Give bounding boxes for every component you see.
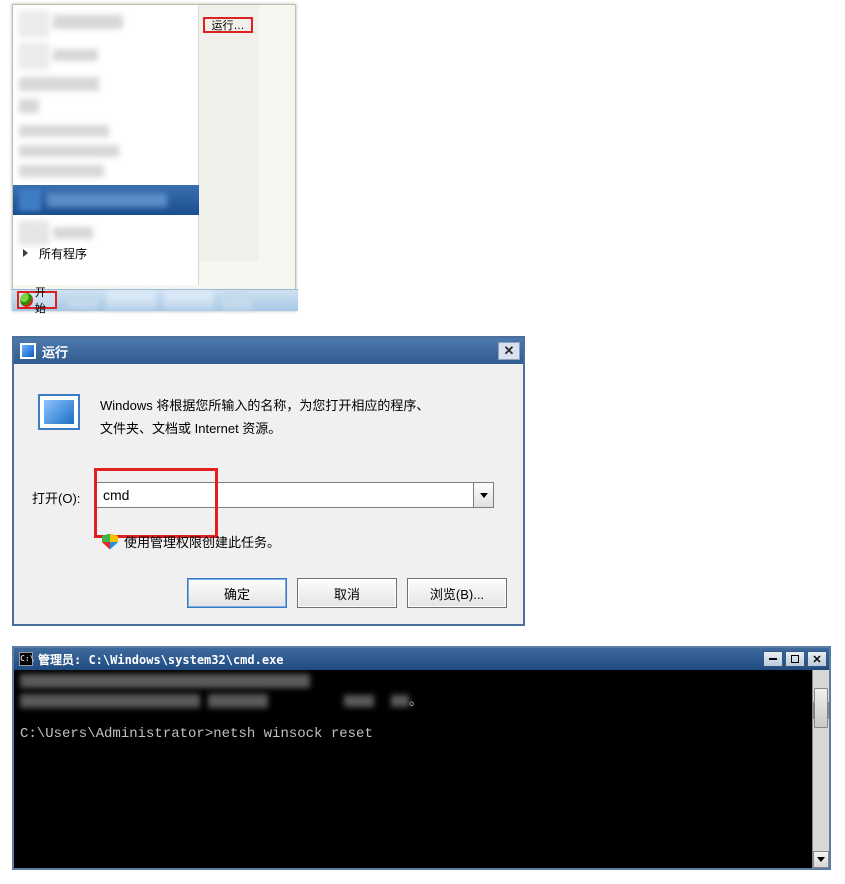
windows-orb-icon <box>20 293 33 307</box>
obscured-text <box>391 695 409 707</box>
cmd-window: C:\ 管理员: C:\Windows\system32\cmd.exe ✕ 。… <box>12 646 831 870</box>
scroll-down-button[interactable] <box>813 851 829 868</box>
start-menu: 所有程序 运行… 注销 <box>12 4 296 311</box>
start-menu-left-pane: 所有程序 <box>13 5 199 285</box>
cmd-icon: C:\ <box>19 652 33 666</box>
scroll-thumb[interactable] <box>814 688 828 728</box>
pinned-item-label[interactable] <box>53 227 93 239</box>
cmd-output[interactable]: 。 C:\Users\Administrator>netsh winsock r… <box>14 670 829 868</box>
run-description: Windows 将根据您所输入的名称，为您打开相应的程序、 文件夹、文档或 In… <box>100 394 490 441</box>
taskbar-item[interactable] <box>68 294 98 308</box>
pinned-item-icon[interactable] <box>19 43 49 69</box>
close-icon: ✕ <box>812 653 821 666</box>
maximize-button[interactable] <box>785 651 805 667</box>
pinned-item-label[interactable] <box>53 15 123 29</box>
cmd-command: netsh winsock reset <box>213 726 373 742</box>
taskbar-item[interactable] <box>106 292 156 310</box>
run-description-line: 文件夹、文档或 Internet 资源。 <box>100 421 281 436</box>
admin-note-text: 使用管理权限创建此任务。 <box>124 532 280 551</box>
run-description-line: Windows 将根据您所输入的名称，为您打开相应的程序、 <box>100 398 429 413</box>
start-menu-right-pane: 运行… <box>199 5 259 261</box>
recent-item[interactable] <box>19 145 119 157</box>
recent-item[interactable] <box>19 125 109 137</box>
cmd-titlebar[interactable]: C:\ 管理员: C:\Windows\system32\cmd.exe ✕ <box>14 648 829 670</box>
cancel-button[interactable]: 取消 <box>297 578 397 608</box>
cmd-prompt: C:\Users\Administrator> <box>20 726 213 742</box>
run-menu-item[interactable]: 运行… <box>203 17 253 33</box>
recent-item[interactable] <box>19 165 104 177</box>
minimize-icon <box>769 658 777 660</box>
close-button[interactable]: ✕ <box>498 342 520 360</box>
cmd-title-text: 管理员: C:\Windows\system32\cmd.exe <box>38 651 284 668</box>
minimize-button[interactable] <box>763 651 783 667</box>
run-dialog: 运行 ✕ Windows 将根据您所输入的名称，为您打开相应的程序、 文件夹、文… <box>12 336 525 626</box>
obscured-text <box>20 674 310 688</box>
taskbar-item[interactable] <box>222 292 252 310</box>
open-combobox <box>96 482 494 510</box>
start-menu-selected-item[interactable] <box>13 185 199 215</box>
recent-item[interactable] <box>19 99 39 113</box>
chevron-down-icon <box>817 857 825 862</box>
obscured-text <box>208 694 268 708</box>
admin-note: 使用管理权限创建此任务。 <box>102 532 280 551</box>
maximize-icon <box>791 655 799 663</box>
uac-shield-icon <box>102 534 118 550</box>
pinned-item-icon[interactable] <box>19 221 49 245</box>
close-icon: ✕ <box>504 343 515 359</box>
taskbar: 开始 <box>12 289 298 311</box>
start-button[interactable]: 开始 <box>17 291 57 309</box>
run-large-icon <box>38 394 80 430</box>
recent-item[interactable] <box>19 77 99 91</box>
start-button-label: 开始 <box>35 284 55 316</box>
run-icon <box>20 343 36 359</box>
taskbar-item[interactable] <box>164 292 214 310</box>
obscured-text <box>344 695 374 707</box>
obscured-text <box>20 694 200 708</box>
open-dropdown-button[interactable] <box>474 482 494 508</box>
cmd-text: 。 <box>409 694 423 710</box>
run-dialog-titlebar[interactable]: 运行 ✕ <box>14 338 523 364</box>
close-button[interactable]: ✕ <box>807 651 827 667</box>
run-dialog-buttons: 确定 取消 浏览(B)... <box>187 578 507 608</box>
open-label: 打开(O): <box>32 488 80 507</box>
pinned-item-label[interactable] <box>53 49 98 61</box>
pinned-item-icon[interactable] <box>19 11 49 37</box>
run-dialog-title: 运行 <box>42 342 68 361</box>
chevron-right-icon <box>23 249 28 257</box>
scrollbar[interactable] <box>812 670 829 868</box>
run-dialog-body: Windows 将根据您所输入的名称，为您打开相应的程序、 文件夹、文档或 In… <box>14 364 523 624</box>
all-programs-label: 所有程序 <box>39 245 87 262</box>
chevron-down-icon <box>480 493 488 498</box>
ok-button[interactable]: 确定 <box>187 578 287 608</box>
all-programs[interactable]: 所有程序 <box>17 244 195 262</box>
browse-button[interactable]: 浏览(B)... <box>407 578 507 608</box>
open-input[interactable] <box>96 482 474 508</box>
